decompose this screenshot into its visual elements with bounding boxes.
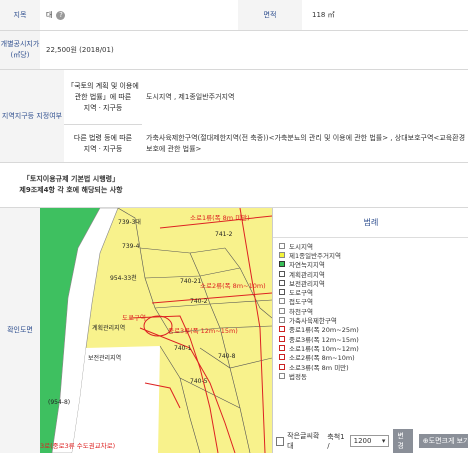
- area-label: 면적: [238, 0, 302, 30]
- legend-item: 중로1류(폭 20m~25m): [279, 325, 359, 334]
- legend-item: 보전관리지역: [279, 278, 359, 288]
- map-parcel-label-4: 740-21: [180, 278, 201, 285]
- legend-item: 접도구역: [279, 297, 359, 306]
- legend-swatch: [279, 251, 285, 258]
- law1-value: 도시지역 , 제1종일반주거지역: [146, 93, 235, 101]
- map-road-label-1: 소로1류(폭 8m 미만): [190, 213, 250, 222]
- jimok-value: 대: [46, 11, 53, 19]
- map-road-label-2: 소로2류(폭 8m~10m): [200, 282, 266, 290]
- map-parcel-label-3: 954-33천: [110, 274, 137, 282]
- legend-panel: 범례 도시지역 제1종일반주거지역 자연녹지지역 계획관리지역 보전관리지역 도로구역 접도…: [272, 208, 468, 453]
- legend-swatch: [279, 270, 285, 277]
- zoom-map-button[interactable]: ⊕도면크게 보기: [418, 434, 468, 448]
- legend-item: 중로3류(폭 12m~15m): [279, 334, 359, 344]
- map-road-label-3: 도로구역: [122, 313, 146, 322]
- zoom-map-label: 도면크게 보기: [428, 437, 468, 445]
- map-parcel-label-8: 740-5: [190, 378, 208, 385]
- scale-value: 1200: [353, 437, 372, 445]
- legend-swatch: [279, 354, 285, 361]
- legend-item: 도로구역: [279, 287, 359, 297]
- row-jimok: 지목 대 ? 면적 118 ㎡: [0, 0, 468, 31]
- legend-swatch: [279, 289, 285, 296]
- map-parcel-label-6: 740-1: [174, 345, 192, 352]
- price-value: 22,500원 (2018/01): [46, 46, 114, 54]
- jimok-value-cell: 대 ?: [46, 0, 66, 30]
- map-parcel-label-5: 740-2: [190, 298, 208, 305]
- help-icon[interactable]: ?: [56, 10, 66, 20]
- legend-item: 계획관리지역: [279, 269, 359, 279]
- map-parcel-label-1: 739-3대: [118, 218, 141, 226]
- legend-swatch: [279, 242, 285, 249]
- map-parcel-label-11: 계획관리지역: [92, 324, 125, 332]
- legend-item: 소로2류(폭 8m~10m): [279, 353, 359, 362]
- legend-swatch: [279, 372, 285, 379]
- legend-swatch: [279, 344, 285, 351]
- legend-swatch: [279, 279, 285, 286]
- map-parcel-label-12: (954-8): [48, 399, 70, 406]
- legend-swatch: [279, 335, 285, 342]
- chevron-down-icon: ▾: [381, 437, 386, 445]
- legend-swatch: [279, 326, 285, 333]
- legend-list: 도시지역 제1종일반주거지역 자연녹지지역 계획관리지역 보전관리지역 도로구역 접도구역 하…: [279, 241, 359, 381]
- legend-swatch: [279, 363, 285, 370]
- law2-value: 가축사육제한구역(절대제한지역(전 축종))<가축분뇨의 관리 및 이용에 관한…: [146, 133, 466, 153]
- legend-item: 소로1류(폭 10m~12m): [279, 343, 359, 353]
- legend-item: 법정동: [279, 371, 359, 381]
- row-price: 개별공시지가 (㎡당) 22,500원 (2018/01): [0, 31, 468, 70]
- scale-label: 축척1 /: [327, 433, 345, 450]
- map-label: 확인도면: [0, 208, 40, 453]
- legend-swatch: [279, 307, 285, 314]
- law1-label: 「국토의 계획 및 이용에 관한 법률」에 따른 지역ㆍ지구등: [64, 70, 142, 125]
- legend-swatch: [279, 261, 285, 268]
- scale-select[interactable]: 1200 ▾: [349, 435, 390, 447]
- map-svg: 소로1류(폭 8m 미만) 소로2류(폭 8m~10m) 도로구역 중로3류(폭…: [40, 208, 272, 453]
- legend-swatch: [279, 317, 285, 324]
- map-parcel-label-10: 보전관리지역: [88, 354, 121, 362]
- legend-item-label: 법정동: [289, 372, 307, 381]
- map-parcel-label-2: 739-4: [122, 243, 140, 250]
- small-text-checkbox[interactable]: [276, 436, 285, 446]
- row-enforcement: 「토지이용규제 기본법 시행령」 제9조제4항 각 호에 해당되는 사항: [0, 163, 468, 208]
- zone-label: 지역지구등 지정여부: [0, 70, 64, 162]
- legend-swatch: [279, 298, 285, 305]
- legend-item: 소로3류(폭 8m 미만): [279, 362, 359, 372]
- map-road-label-5: 3로(중로3류 수도권교차로): [40, 441, 115, 450]
- change-button[interactable]: 변경: [393, 429, 413, 453]
- small-text-label: 작은글씨확대: [287, 432, 320, 450]
- map-parcel-label-9: 741-2: [215, 231, 233, 238]
- map-view[interactable]: 소로1류(폭 8m 미만) 소로2류(폭 8m~10m) 도로구역 중로3류(폭…: [40, 208, 272, 453]
- enforcement-label: 「토지이용규제 기본법 시행령」 제9조제4항 각 호에 해당되는 사항: [19, 175, 123, 194]
- law2-label: 다른 법령 등에 따른 지역ㆍ지구등: [73, 133, 133, 153]
- map-parcel-label-7: 740-8: [218, 353, 236, 360]
- legend-item: 자연녹지지역: [279, 260, 359, 269]
- white-area-shape: [72, 346, 160, 453]
- map-road-label-4: 중로3류(폭 12m~15m): [168, 327, 238, 335]
- legend-item: 가축사육제한구역: [279, 315, 359, 325]
- row-zone: 지역지구등 지정여부 「국토의 계획 및 이용에 관한 법률」에 따른 지역ㆍ지…: [0, 70, 468, 163]
- legend-title: 범례: [273, 208, 468, 238]
- price-label: 개별공시지가 (㎡당): [0, 31, 40, 69]
- jimok-label: 지목: [0, 0, 40, 30]
- area-value: 118 ㎡: [312, 11, 335, 19]
- map-controls: 작은글씨확대 축척1 / 1200 ▾ 변경 ⊕도면크게 보기: [272, 429, 468, 453]
- legend-item: 제1종일반주거지역: [279, 250, 359, 260]
- legend-item: 하천구역: [279, 306, 359, 316]
- legend-item: 도시지역: [279, 241, 359, 251]
